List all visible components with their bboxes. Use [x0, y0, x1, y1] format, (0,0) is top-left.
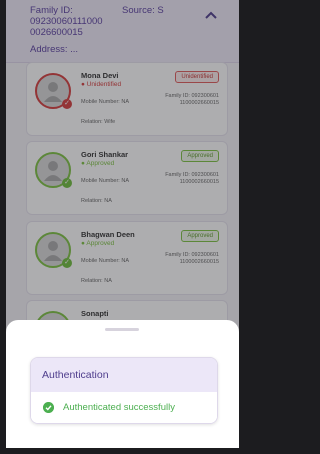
authentication-message: Authenticated successfully	[63, 402, 175, 413]
bottom-sheet: Authentication Authenticated successfull…	[6, 320, 239, 448]
drag-handle[interactable]	[105, 328, 139, 331]
app-screen: Family ID: 09230060111000 0026600015 Sou…	[6, 0, 239, 448]
authentication-card: Authentication Authenticated successfull…	[30, 357, 218, 424]
success-check-icon	[43, 402, 54, 413]
authentication-title: Authentication	[31, 358, 217, 392]
authentication-body: Authenticated successfully	[31, 392, 217, 423]
